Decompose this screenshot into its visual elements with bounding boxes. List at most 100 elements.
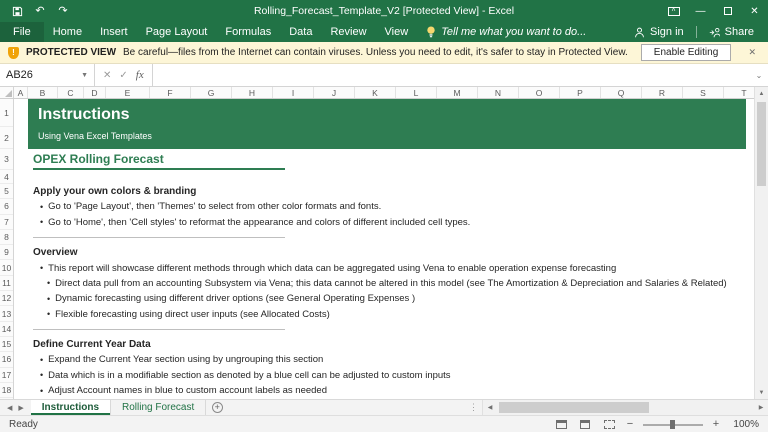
cancel-button[interactable]: ✕	[103, 70, 111, 81]
column-header[interactable]: N	[478, 87, 519, 98]
instruction-line[interactable]: • Dynamic forecasting using different dr…	[33, 291, 746, 306]
instruction-line[interactable]: • Data which is in a modifiable section …	[33, 368, 746, 383]
sheet-tab[interactable]: Instructions	[30, 400, 112, 415]
ribbon-tab[interactable]: Insert	[91, 22, 137, 42]
column-header[interactable]: F	[150, 87, 191, 98]
instruction-line[interactable]: • Go to 'Page Layout', then 'Themes' to …	[33, 199, 746, 214]
name-box[interactable]: AB26 ▼	[0, 64, 95, 86]
ribbon-tab[interactable]: View	[376, 22, 418, 42]
ribbon-tab[interactable]: Formulas	[216, 22, 280, 42]
undo-button[interactable]: ↶	[33, 3, 47, 19]
insert-function-button[interactable]: fx	[136, 69, 144, 81]
chevron-down-icon[interactable]: ▼	[81, 72, 88, 79]
row-header[interactable]: 8	[0, 230, 13, 246]
sign-in-button[interactable]: Sign in	[628, 26, 690, 38]
scroll-left-icon[interactable]: ◀	[483, 404, 497, 411]
ribbon-tab[interactable]: Page Layout	[137, 22, 217, 42]
page-break-view-button[interactable]	[601, 418, 617, 430]
enable-editing-button[interactable]: Enable Editing	[640, 44, 732, 61]
row-header[interactable]: 10	[0, 260, 13, 276]
horizontal-scroll-track[interactable]	[497, 400, 754, 415]
row-header[interactable]: 2	[0, 127, 13, 149]
column-header[interactable]: J	[314, 87, 355, 98]
horizontal-scroll-thumb[interactable]	[499, 402, 649, 413]
ribbon-tab[interactable]: Data	[280, 22, 321, 42]
zoom-in-button[interactable]: +	[711, 418, 721, 430]
ribbon-display-options-button[interactable]: ˄	[660, 0, 687, 22]
formula-bar-expand-button[interactable]: ⌄	[750, 64, 768, 86]
row-header[interactable]: 17	[0, 368, 13, 383]
row-header[interactable]: 15	[0, 337, 13, 353]
row-header[interactable]: 12	[0, 291, 13, 307]
instructions-banner[interactable]: Instructions Using Vena Excel Templates	[28, 99, 746, 149]
horizontal-scrollbar[interactable]: ◀ ▶	[482, 400, 768, 415]
instruction-line[interactable]: • This report will showcase different me…	[33, 260, 746, 275]
sheet-tab[interactable]: Rolling Forecast	[111, 400, 207, 415]
save-button[interactable]	[10, 3, 24, 19]
column-header[interactable]: R	[642, 87, 683, 98]
confirm-button[interactable]: ✓	[119, 70, 127, 81]
vertical-scroll-track[interactable]	[755, 100, 768, 386]
row-header[interactable]: 1	[0, 99, 13, 127]
row-header[interactable]: 5	[0, 184, 13, 200]
instruction-line[interactable]: •	[33, 230, 746, 245]
column-header[interactable]: S	[683, 87, 724, 98]
instruction-line[interactable]: • Expand the Current Year section using …	[33, 352, 746, 367]
zoom-slider[interactable]	[643, 419, 703, 429]
column-header[interactable]: A	[14, 87, 28, 98]
ribbon-tab[interactable]: Review	[321, 22, 375, 42]
column-header[interactable]: Q	[601, 87, 642, 98]
column-header[interactable]: M	[437, 87, 478, 98]
prev-sheet-icon[interactable]: ◀	[7, 404, 12, 412]
row-header[interactable]: 13	[0, 306, 13, 322]
formula-input[interactable]	[152, 64, 750, 86]
scroll-down-icon[interactable]: ▼	[755, 386, 768, 399]
instruction-line[interactable]: • Adjust Account names in blue to custom…	[33, 383, 746, 398]
select-all-button[interactable]	[0, 87, 14, 98]
instruction-line[interactable]: • Apply your own colors & branding	[33, 184, 746, 199]
scroll-up-icon[interactable]: ▲	[755, 87, 768, 100]
instruction-line[interactable]: •	[33, 322, 746, 337]
vertical-scrollbar[interactable]: ▲ ▼	[754, 87, 768, 399]
close-button[interactable]: ✕	[741, 0, 768, 22]
zoom-level[interactable]: 100%	[729, 419, 759, 430]
row-header[interactable]: 4	[0, 170, 13, 184]
row-header[interactable]: 16	[0, 352, 13, 368]
column-header[interactable]: L	[396, 87, 437, 98]
ribbon-tab[interactable]: Home	[44, 22, 91, 42]
maximize-button[interactable]	[714, 0, 741, 22]
add-sheet-button[interactable]: +	[206, 400, 228, 415]
instruction-line[interactable]: • Go to 'Home', then 'Cell styles' to re…	[33, 215, 746, 230]
row-header[interactable]: 14	[0, 322, 13, 337]
row-header[interactable]: 6	[0, 199, 13, 215]
instruction-line[interactable]: • Flexible forecasting using direct user…	[33, 306, 746, 321]
vertical-scroll-thumb[interactable]	[757, 102, 766, 186]
tab-file[interactable]: File	[0, 22, 44, 42]
instruction-line[interactable]: • Overview	[33, 245, 746, 260]
column-header[interactable]: D	[84, 87, 106, 98]
sheet-content[interactable]: Instructions Using Vena Excel Templates …	[14, 99, 754, 399]
zoom-slider-thumb[interactable]	[670, 420, 675, 429]
minimize-button[interactable]: —	[687, 0, 714, 22]
instruction-line[interactable]: • Define Current Year Data	[33, 337, 746, 352]
row-header[interactable]: 3	[0, 149, 13, 170]
sheet-heading[interactable]: OPEX Rolling Forecast	[33, 151, 285, 170]
column-header[interactable]: H	[232, 87, 273, 98]
normal-view-button[interactable]	[553, 418, 569, 430]
page-layout-view-button[interactable]	[577, 418, 593, 430]
redo-button[interactable]: ↷	[56, 3, 70, 19]
share-button[interactable]: Share	[703, 26, 760, 38]
row-header[interactable]: 7	[0, 215, 13, 230]
column-header[interactable]: B	[28, 87, 58, 98]
column-header[interactable]: P	[560, 87, 601, 98]
column-header[interactable]: E	[106, 87, 150, 98]
row-header[interactable]: 9	[0, 245, 13, 261]
scroll-right-icon[interactable]: ▶	[754, 404, 768, 411]
column-header[interactable]: G	[191, 87, 232, 98]
protected-view-close-button[interactable]: ✕	[744, 47, 760, 58]
row-header[interactable]: 18	[0, 383, 13, 399]
tell-me-box[interactable]: Tell me what you want to do...	[417, 22, 595, 42]
row-header[interactable]: 11	[0, 276, 13, 292]
zoom-out-button[interactable]: −	[625, 418, 635, 430]
tab-splitter-handle[interactable]: ⋮	[465, 400, 482, 415]
